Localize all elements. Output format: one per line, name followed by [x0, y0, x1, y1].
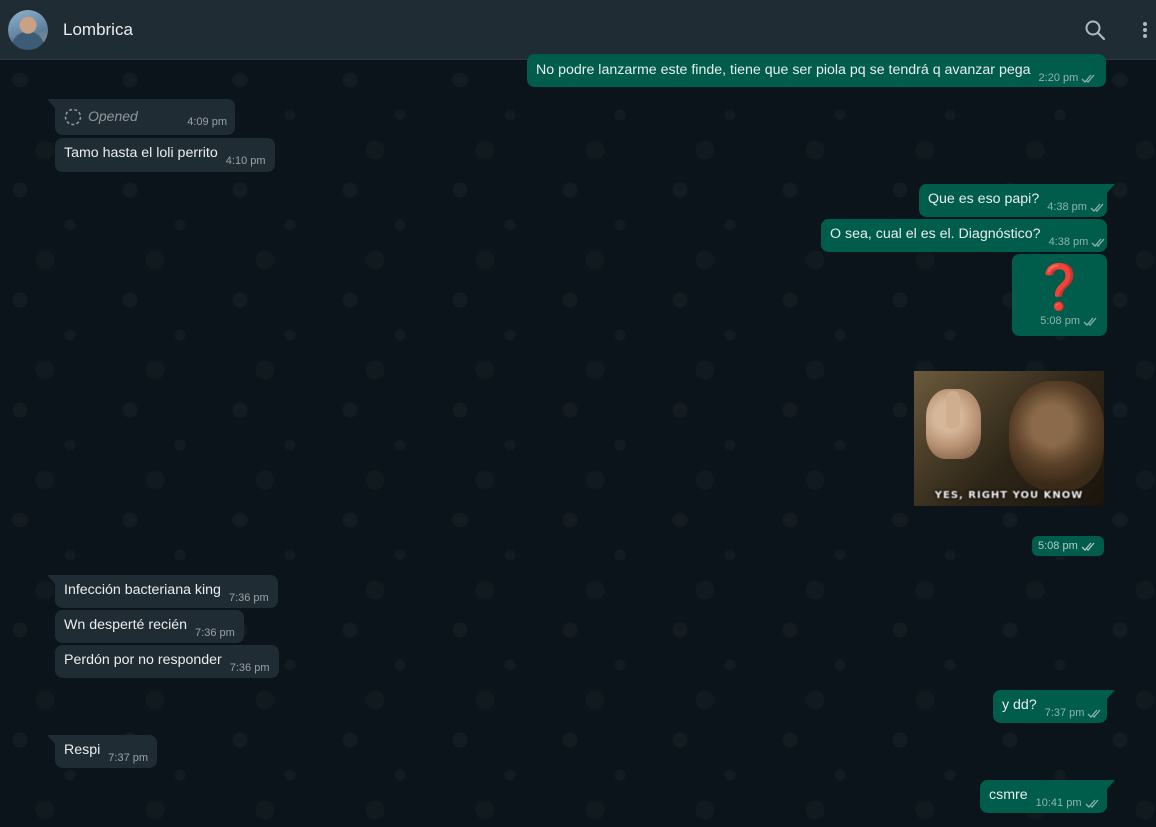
contact-avatar[interactable] [8, 10, 48, 50]
message-time: 7:37 pm [108, 752, 149, 764]
sticker-caption: YES, RIGHT YOU KNOW [934, 490, 1084, 501]
sticker-meta: 5:08 pm [1032, 536, 1104, 556]
double-check-icon [1090, 203, 1104, 212]
message-time: 7:37 pm [1044, 707, 1085, 719]
message-meta: 10:41 pm [1036, 796, 1101, 811]
message-time: 10:41 pm [1035, 797, 1082, 809]
view-once-icon [64, 108, 82, 126]
bubble-tail [47, 99, 55, 108]
message-time: 5:08 pm [1040, 315, 1080, 327]
message-time: 4:38 pm [1048, 236, 1089, 248]
message-meta: 4:38 pm [1049, 235, 1108, 250]
message-time: 4:09 pm [187, 116, 227, 128]
bubble-tail [1107, 184, 1115, 193]
message-time: 7:36 pm [228, 592, 269, 604]
message-text: Que es eso papi? [928, 191, 1040, 207]
double-check-icon [1083, 317, 1097, 326]
message-time: 4:10 pm [225, 155, 266, 167]
message-bubble-outgoing[interactable]: O sea, cual el es el. Diagnóstico? 4:38 p… [821, 219, 1107, 252]
chat-header: Lombrica [0, 0, 1156, 60]
message-text: y dd? [1002, 697, 1037, 713]
message-bubble-incoming[interactable]: Wn desperté recién 7:36 pm [55, 610, 244, 643]
message-time: 4:38 pm [1047, 201, 1087, 213]
message-meta: 5:08 pm [1040, 312, 1099, 331]
view-once-label: Opened [88, 108, 138, 124]
message-meta: 2:20 pm [1039, 71, 1098, 86]
contact-name[interactable]: Lombrica [63, 20, 133, 40]
message-text: Infección bacteriana king [64, 582, 221, 598]
message-time: 7:36 pm [195, 627, 235, 639]
message-time: 5:08 pm [1038, 540, 1078, 552]
double-check-icon [1088, 709, 1101, 718]
message-text: No podre lanzarme este finde, tiene que … [536, 62, 1031, 78]
message-bubble-incoming[interactable]: Infección bacteriana king 7:36 pm [47, 575, 278, 608]
search-icon[interactable] [1083, 18, 1107, 42]
double-check-icon [1085, 799, 1098, 808]
sticker-hand [926, 389, 981, 459]
whatsapp-chat-window: Lombrica No podre lanzarme este finde, t… [0, 0, 1156, 827]
message-text: Perdón por no responder [64, 652, 222, 668]
sticker-image[interactable]: YES, RIGHT YOU KNOW [914, 371, 1104, 506]
bubble-tail [47, 735, 55, 744]
message-bubble-outgoing[interactable]: csmre 10:41 pm [980, 780, 1115, 813]
message-meta: 4:38 pm [1047, 200, 1106, 215]
message-bubble-outgoing[interactable]: Que es eso papi? 4:38 pm [919, 184, 1115, 217]
question-mark-emoji: ❓ [1032, 263, 1087, 312]
message-text: csmre [989, 787, 1028, 803]
message-bubble-outgoing[interactable]: y dd? 7:37 pm [993, 690, 1115, 723]
message-text: O sea, cual el es el. Diagnóstico? [830, 226, 1041, 242]
message-text: Wn desperté recién [64, 617, 188, 633]
message-bubble-outgoing-emoji[interactable]: ❓ 5:08 pm [1012, 254, 1107, 336]
message-bubble-incoming-view-once[interactable]: Opened 4:09 pm [47, 99, 235, 135]
message-meta: 7:37 pm [1045, 706, 1104, 721]
double-check-icon [1091, 238, 1105, 247]
message-bubble-incoming[interactable]: Perdón por no responder 7:36 pm [55, 645, 279, 678]
bubble-tail [1107, 780, 1115, 789]
message-bubble-incoming[interactable]: Tamo hasta el loli perrito 4:10 pm [55, 138, 275, 172]
message-text: Tamo hasta el loli perrito [64, 145, 218, 161]
message-bubble-outgoing[interactable]: No podre lanzarme este finde, tiene que … [527, 54, 1107, 87]
sticker-face [1009, 381, 1104, 491]
bubble-tail [1107, 690, 1115, 699]
message-bubble-incoming[interactable]: Respi 7:37 pm [47, 735, 158, 768]
sticker-finger [946, 391, 960, 429]
double-check-icon [1081, 74, 1095, 83]
message-time: 7:36 pm [229, 662, 270, 674]
double-check-icon [1081, 542, 1095, 551]
message-text: Respi [64, 742, 101, 758]
message-time: 2:20 pm [1038, 72, 1079, 84]
bubble-tail [47, 575, 55, 584]
more-vertical-icon[interactable] [1133, 18, 1156, 42]
